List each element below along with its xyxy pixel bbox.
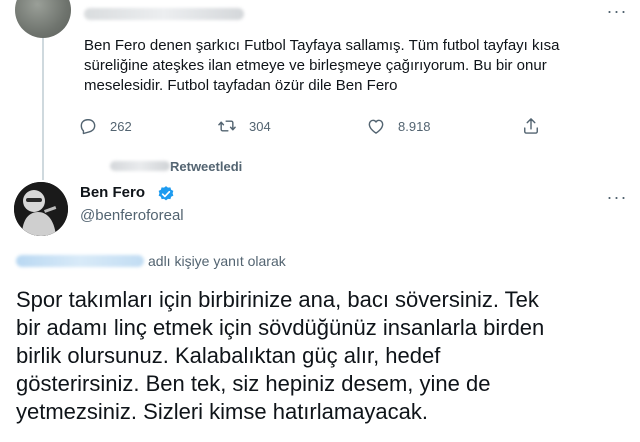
reply-count: 262 bbox=[110, 118, 132, 134]
retweet-icon bbox=[218, 120, 236, 132]
retweeted-by-row[interactable]: Retweetledi bbox=[86, 158, 242, 174]
retweeted-label: Retweetledi bbox=[170, 158, 243, 174]
verified-badge-icon bbox=[158, 186, 174, 201]
reply-context-label: adlı kişiye yanıt olarak bbox=[148, 253, 286, 269]
author-name[interactable]: Ben Fero bbox=[80, 184, 145, 201]
replied-user-redacted[interactable] bbox=[16, 255, 144, 267]
reply-context: adlı kişiye yanıt olarak bbox=[16, 252, 286, 270]
tweet-actions: 262 304 8.918 bbox=[78, 114, 558, 138]
retweet-button[interactable]: 304 bbox=[217, 114, 271, 138]
reply-button[interactable]: 262 bbox=[78, 114, 132, 138]
like-icon bbox=[368, 119, 384, 134]
reply-icon bbox=[80, 119, 96, 135]
quoted-tweet[interactable]: ··· Ben Fero denen şarkıcı Futbol Tayfay… bbox=[0, 0, 640, 160]
avatar-image bbox=[14, 182, 68, 236]
more-icon[interactable]: ··· bbox=[602, 186, 632, 208]
quoted-tweet-text: Ben Fero denen şarkıcı Futbol Tayfaya sa… bbox=[84, 37, 560, 94]
like-button[interactable]: 8.918 bbox=[366, 114, 431, 138]
share-icon bbox=[524, 118, 538, 134]
share-button[interactable] bbox=[521, 114, 553, 138]
more-icon[interactable]: ··· bbox=[602, 0, 632, 22]
author-avatar[interactable] bbox=[14, 182, 68, 236]
retweeter-name-redacted bbox=[110, 161, 170, 171]
quoted-tweet-author-redacted bbox=[84, 8, 244, 20]
thread-connector-line bbox=[42, 38, 44, 180]
like-count: 8.918 bbox=[398, 118, 431, 134]
author-handle[interactable]: @benferoforeal bbox=[80, 207, 184, 224]
retweet-count: 304 bbox=[249, 118, 271, 134]
tweet-text: Spor takımları için birbirinize ana, bac… bbox=[16, 287, 545, 424]
quoted-tweet-avatar[interactable] bbox=[15, 0, 71, 38]
